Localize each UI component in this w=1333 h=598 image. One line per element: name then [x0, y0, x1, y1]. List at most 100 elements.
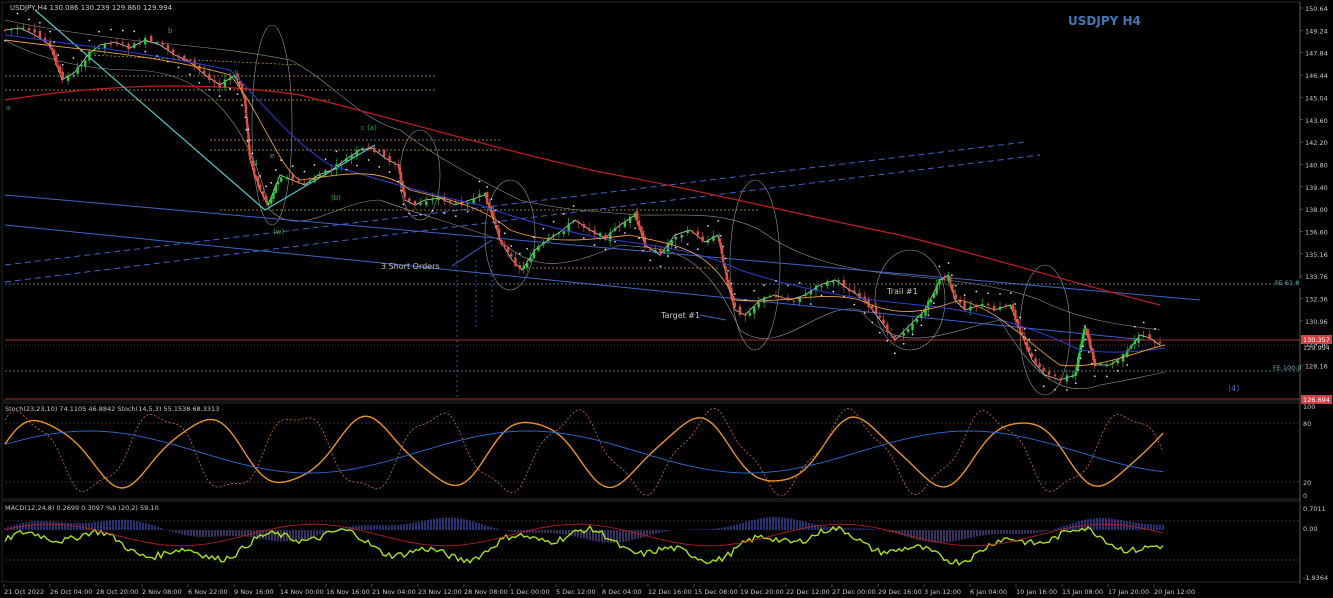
- candle-body: [3, 29, 7, 31]
- candle-body: [792, 300, 796, 302]
- candle-body: [245, 114, 248, 116]
- candle-body: [183, 55, 186, 62]
- candle-body: [208, 74, 211, 81]
- candle-body: [723, 264, 726, 266]
- psar-dot: [722, 245, 725, 248]
- candle-body: [744, 314, 747, 316]
- candle-body: [567, 223, 570, 232]
- candle-body: [1153, 341, 1157, 344]
- psar-dot: [1116, 369, 1119, 372]
- candle-body: [1030, 352, 1033, 358]
- psar-dot: [189, 73, 191, 76]
- wave-wb-label: (b): [331, 194, 341, 202]
- candle-body: [514, 257, 517, 266]
- psar-dot: [88, 39, 91, 42]
- psar-dot: [649, 259, 652, 262]
- psar-dot: [832, 290, 835, 293]
- psar-dot: [486, 186, 489, 188]
- psar-dot: [28, 18, 30, 21]
- psar-dot: [245, 128, 248, 131]
- candle-body: [958, 300, 962, 304]
- candle-body: [437, 197, 440, 200]
- candle-body: [878, 315, 882, 318]
- psar-dot: [270, 182, 273, 184]
- time-tick-label: 21 Oct 2022: [4, 588, 44, 596]
- candle-body: [882, 319, 885, 325]
- macd-level-top: 0.7011: [1303, 505, 1326, 513]
- candle-body: [598, 232, 602, 237]
- psar-dot: [72, 57, 75, 59]
- price-tick-label: 136.60: [1305, 229, 1328, 237]
- macd-level-zero: 0.00: [1303, 525, 1317, 533]
- psar-dot: [593, 244, 596, 246]
- candle-body: [663, 251, 666, 253]
- psar-dot: [38, 21, 41, 24]
- time-tick-label: 3 Jan 12:00: [924, 588, 961, 596]
- candle-body: [804, 293, 807, 296]
- psar-dot: [1042, 385, 1045, 388]
- candle-body: [975, 306, 978, 308]
- time-tick-label: 8 Dec 04:00: [602, 588, 642, 596]
- psar-dot: [1153, 327, 1156, 330]
- short-orders-label: 3 Short Orders: [381, 262, 440, 271]
- time-tick-label: 16 Nov 16:00: [326, 588, 370, 596]
- time-tick-label: 2 Nov 08:00: [142, 588, 182, 596]
- candle-body: [932, 292, 936, 298]
- psar-dot: [274, 169, 277, 171]
- psar-dot: [133, 30, 136, 33]
- main-chart-pane[interactable]: [1, 1, 1301, 402]
- time-tick-label: 22 Dec 12:00: [786, 588, 830, 596]
- candle-body: [552, 234, 555, 237]
- time-tick-label: 29 Dec 16:00: [878, 588, 922, 596]
- price-tick-label: 132.36: [1305, 296, 1328, 304]
- candle-body: [121, 42, 125, 44]
- candle-body: [279, 177, 283, 182]
- candle-body: [847, 288, 851, 292]
- wave-4-label: (4): [1228, 384, 1239, 393]
- psar-dot: [229, 87, 231, 90]
- candle-body: [55, 55, 58, 66]
- candle-body: [133, 43, 136, 48]
- psar-dot: [1077, 368, 1080, 371]
- candle-body: [256, 176, 260, 186]
- psar-dot: [719, 234, 722, 237]
- psar-dot: [526, 247, 529, 250]
- candle-body: [1028, 347, 1031, 352]
- candle-body: [466, 203, 469, 205]
- psar-dot: [388, 171, 391, 174]
- candle-body: [308, 181, 311, 183]
- psar-dot: [244, 116, 247, 118]
- time-tick-label: 17 Jan 20:00: [1108, 588, 1149, 596]
- psar-dot: [303, 170, 306, 173]
- psar-dot: [623, 232, 626, 234]
- psar-dot: [614, 240, 616, 243]
- candle-body: [1116, 360, 1119, 364]
- psar-dot: [494, 209, 497, 212]
- candle-body: [992, 305, 996, 311]
- psar-dot: [1105, 375, 1108, 378]
- price-tick-label: 128.16: [1305, 363, 1328, 371]
- psar-dot: [786, 284, 789, 287]
- psar-dot: [177, 66, 180, 69]
- psar-dot: [1019, 316, 1021, 319]
- candle-body: [66, 75, 70, 81]
- psar-dot: [345, 168, 348, 171]
- psar-dot: [402, 203, 405, 206]
- psar-dot: [49, 30, 52, 33]
- chart-canvas[interactable]: USDJPY H4 USDJPY,H4 130.086 130.239 129.…: [0, 0, 1333, 598]
- candle-body: [1071, 375, 1074, 377]
- psar-dot: [950, 274, 953, 277]
- candle-body: [963, 301, 966, 309]
- psar-dot: [367, 159, 370, 161]
- candle-body: [166, 44, 170, 50]
- psar-dot: [1028, 338, 1031, 341]
- psar-dot: [1009, 292, 1012, 294]
- candle-body: [1081, 334, 1085, 342]
- wave-b-label: b: [168, 27, 173, 35]
- candle-body: [48, 40, 52, 48]
- candle-body: [1065, 375, 1069, 382]
- price-tick-label: 146.44: [1305, 72, 1328, 80]
- candle-body: [738, 306, 742, 315]
- candle-body: [557, 232, 561, 234]
- candle-body: [115, 43, 119, 45]
